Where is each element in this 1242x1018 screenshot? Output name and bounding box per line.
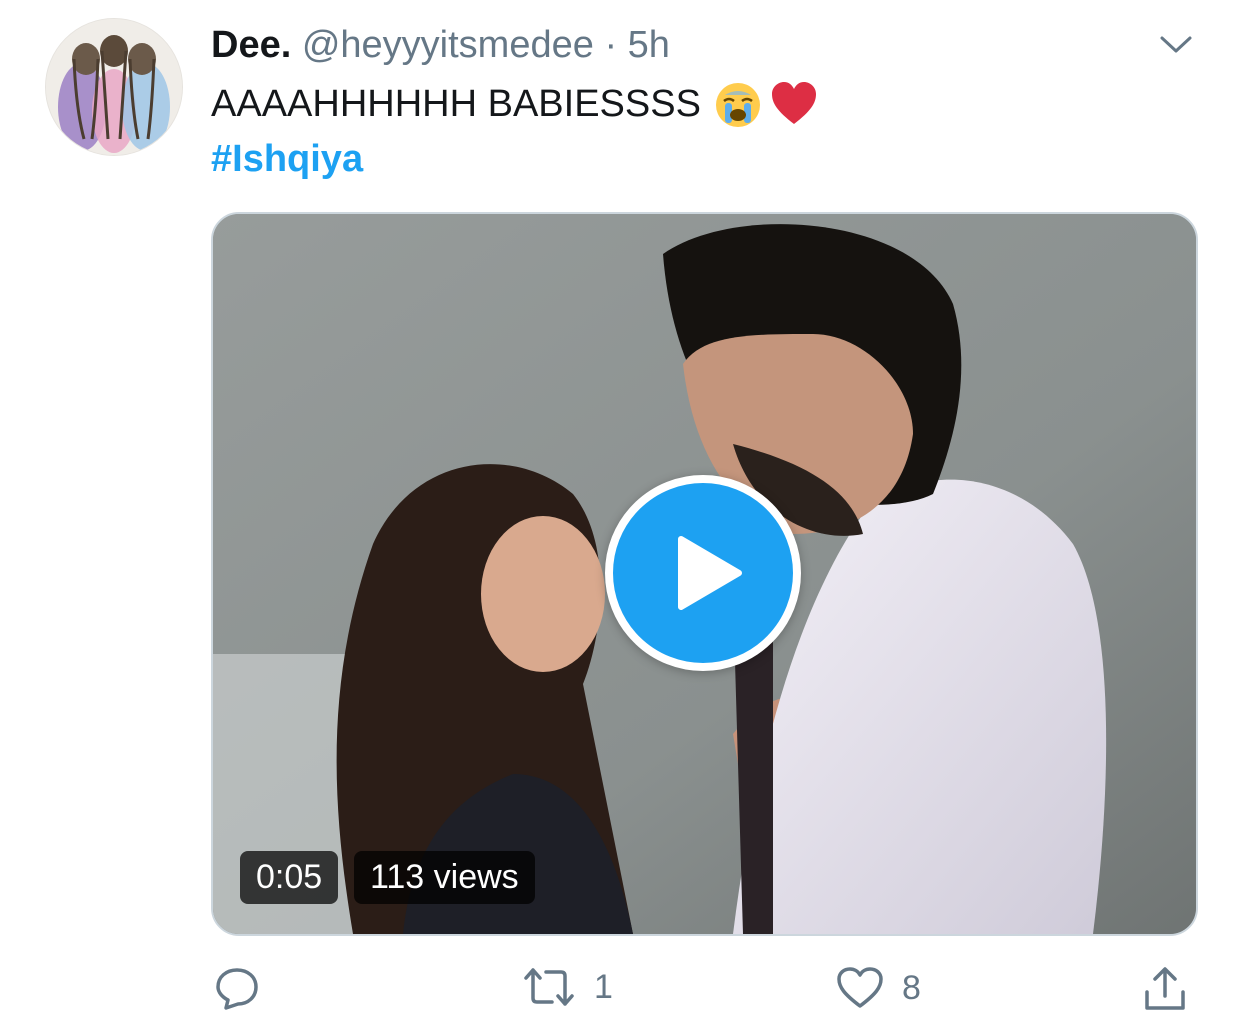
separator-dot: · [604, 24, 618, 66]
hashtag-link[interactable]: #Ishqiya [211, 134, 363, 184]
avatar-illustration [46, 19, 182, 155]
reply-button[interactable] [214, 966, 278, 1012]
heart-icon [837, 967, 883, 1008]
retweet-icon [524, 968, 574, 1006]
red-heart-emoji [771, 82, 816, 124]
tweet-text: AAAAHHHHHH BABIESSSS [211, 78, 819, 130]
tweet-actions: 1 8 [0, 958, 1242, 1018]
display-name[interactable]: Dee. [211, 24, 291, 66]
user-handle[interactable]: @heyyyitsmedee [302, 24, 594, 66]
crying-face-emoji [715, 83, 760, 127]
avatar[interactable] [45, 18, 183, 156]
play-icon [678, 536, 742, 610]
video-views-badge: 113 views [354, 851, 535, 904]
tweet-timestamp[interactable]: 5h [628, 24, 670, 66]
video-duration-badge: 0:05 [240, 851, 339, 904]
tweet-body: AAAAHHHHHH BABIESSSS [211, 83, 701, 125]
share-icon [1145, 967, 1185, 1010]
like-button[interactable]: 8 [836, 966, 921, 1010]
like-count: 8 [902, 968, 921, 1007]
tweet-header: Dee. @heyyyitsmedee · 5h [211, 22, 670, 68]
retweet-button[interactable]: 1 [522, 966, 613, 1008]
play-button[interactable] [605, 475, 801, 671]
tweet-menu-button[interactable] [1156, 28, 1196, 62]
retweet-count: 1 [594, 967, 613, 1006]
chevron-down-icon [1160, 36, 1192, 53]
share-button[interactable] [1143, 966, 1187, 1012]
reply-icon [216, 968, 258, 1010]
